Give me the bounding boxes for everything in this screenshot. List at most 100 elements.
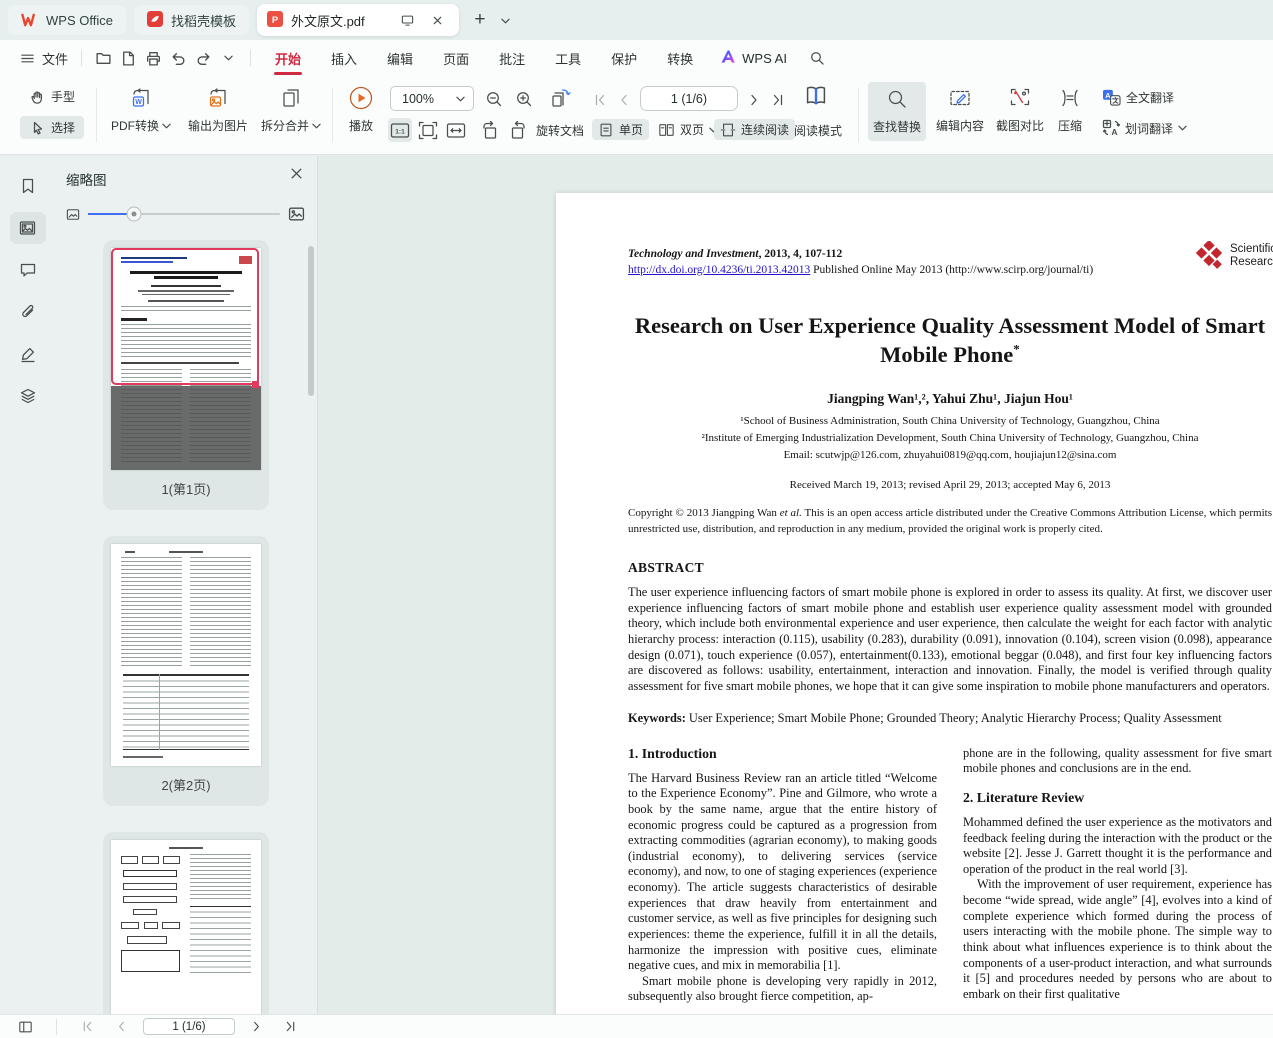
continuous-reading-button[interactable]: 连续阅读 [714,119,796,140]
panel-scrollbar[interactable] [308,246,314,396]
two-column-body: 1. Introduction The Harvard Business Rev… [628,746,1272,1005]
annotate-pen-icon[interactable] [10,338,46,370]
select-tool-button[interactable]: 选择 [20,116,85,139]
rotate-left-icon[interactable] [478,118,502,142]
edit-content-icon [932,83,988,113]
fit-page-icon[interactable] [416,118,440,142]
single-page-button[interactable]: 单页 [592,119,650,140]
comments-icon[interactable] [10,254,46,286]
more-quick-tools-chevron[interactable] [216,46,241,70]
tab-document-pdf[interactable]: P 外文原文.pdf [256,4,459,36]
export-as-image-button[interactable]: 输出为图片 [182,83,254,134]
email-line: Email: scutwjp@126.com, zhuyahui0819@qq.… [783,449,1117,462]
hamburger-menu-icon [20,51,35,66]
left-column: 1. Introduction The Harvard Business Rev… [628,746,937,1005]
thumbnail-page-3[interactable] [111,840,261,1014]
read-mode-label[interactable]: 阅读模式 [788,120,848,141]
last-page-button[interactable] [278,1015,303,1038]
rotate-document-label[interactable]: 旋转文档 [530,120,590,141]
tab-docer-templates[interactable]: 找稻壳模板 [133,5,249,35]
thumbnail-page-2[interactable] [111,544,261,766]
paper-title: Research on User Experience Quality Asse… [634,313,1266,368]
new-tab-button[interactable]: + [467,9,493,31]
toggle-sidebar-icon[interactable] [13,1015,38,1038]
double-page-icon [658,122,675,138]
menu-item-convert[interactable]: 转换 [652,40,708,76]
layers-icon[interactable] [10,380,46,412]
rotate-document-icon[interactable] [548,86,572,110]
tab-list-chevron[interactable] [501,11,510,29]
attachments-icon[interactable] [10,296,46,328]
thumbnail-label: 2(第2页) [161,778,211,793]
thumbnail-card-3[interactable] [103,832,269,1014]
tab-wps-office[interactable]: WPS Office [8,5,126,35]
thumbnail-viewport-handle[interactable] [252,381,259,388]
bookmarks-icon[interactable] [10,170,46,202]
first-page-button[interactable] [75,1015,100,1038]
menu-item-home[interactable]: 开始 [260,40,316,76]
doi-link[interactable]: http://dx.doi.org/10.4236/ti.2013.42013 [628,264,810,276]
menu-item-edit[interactable]: 编辑 [372,40,428,76]
menu-item-page[interactable]: 页面 [428,40,484,76]
close-tab-icon[interactable] [427,9,449,31]
menu-item-insert[interactable]: 插入 [316,40,372,76]
thumbnail-card-1[interactable]: 1(第1页) [103,240,269,510]
menu-item-tools[interactable]: 工具 [540,40,596,76]
rotate-right-icon[interactable] [506,118,530,142]
first-page-button[interactable] [588,88,612,112]
thumbnail-page-1[interactable] [111,248,261,470]
zoom-level-select[interactable]: 100% [390,86,474,111]
screenshot-compare-button[interactable]: 截图对比 [992,83,1048,134]
next-page-button[interactable] [742,88,766,112]
menu-item-protect[interactable]: 保护 [596,40,652,76]
undo-icon[interactable] [166,46,191,70]
play-slideshow-button[interactable]: 播放 [338,83,384,134]
wps-ai-menu[interactable]: WPS AI [708,49,799,67]
document-viewer[interactable]: Technology and Investment, 2013, 4, 107-… [318,156,1273,1014]
enter-fullscreen-icon[interactable] [397,9,419,31]
save-icon[interactable] [116,46,141,70]
thumbnail-size-slider[interactable] [66,206,305,222]
paper-authors: Jiangping Wan¹,², Yahui Zhu¹, Jiajun Hou… [827,390,1073,406]
find-replace-button[interactable]: 查找替换 [868,82,926,141]
thumbnail-viewport-rect[interactable] [111,248,259,385]
export-image-icon [182,83,254,113]
redo-icon[interactable] [191,46,216,70]
thumbnails-icon[interactable] [9,212,46,244]
search-icon[interactable] [805,46,830,70]
print-icon[interactable] [141,46,166,70]
read-mode-icon[interactable] [804,84,828,108]
thumbnail-card-2[interactable]: 2(第2页) [103,536,269,806]
tab-label: 找稻壳模板 [170,13,236,29]
next-page-button[interactable] [244,1015,269,1038]
last-page-button[interactable] [766,88,790,112]
close-panel-icon[interactable] [290,167,303,180]
full-text-translate-button[interactable]: A 全文翻译 [1096,87,1180,108]
edit-content-button[interactable]: 编辑内容 [932,83,988,134]
intro-paragraph-2: Smart mobile phone is developing very ra… [628,973,937,1004]
slider-track[interactable] [88,206,280,222]
split-merge-button[interactable]: 拆分合并 [256,83,326,134]
keywords-line: Keywords: User Experience; Smart Mobile … [628,710,1222,725]
page-number-field[interactable]: 1 (1/6) [143,1018,235,1035]
fit-width-icon[interactable] [444,118,468,142]
word-translate-button[interactable]: A 划词翻译 [1096,117,1193,139]
previous-page-button[interactable] [612,88,636,112]
actual-size-icon[interactable]: 1:1 [388,118,412,142]
hand-tool-button[interactable]: 手型 [20,85,84,108]
literature-paragraph-1: Mohammed defined the user experience as … [963,814,1272,876]
pdf-file-icon: P [266,10,283,30]
page-number-field[interactable]: 1 (1/6) [640,86,738,111]
previous-page-button[interactable] [109,1015,134,1038]
open-file-icon[interactable] [91,46,116,70]
split-merge-icon [256,83,326,113]
single-page-icon [598,122,614,138]
zoom-in-icon[interactable] [512,87,536,111]
pdf-convert-button[interactable]: W PDF转换 [104,83,178,134]
compress-button[interactable]: 压缩 [1052,83,1088,134]
slider-thumb[interactable] [126,206,142,222]
zoom-out-icon[interactable] [482,87,506,111]
abstract-heading: ABSTRACT [628,560,704,576]
menu-item-comment[interactable]: 批注 [484,40,540,76]
file-menu-button[interactable]: 文件 [16,49,72,68]
